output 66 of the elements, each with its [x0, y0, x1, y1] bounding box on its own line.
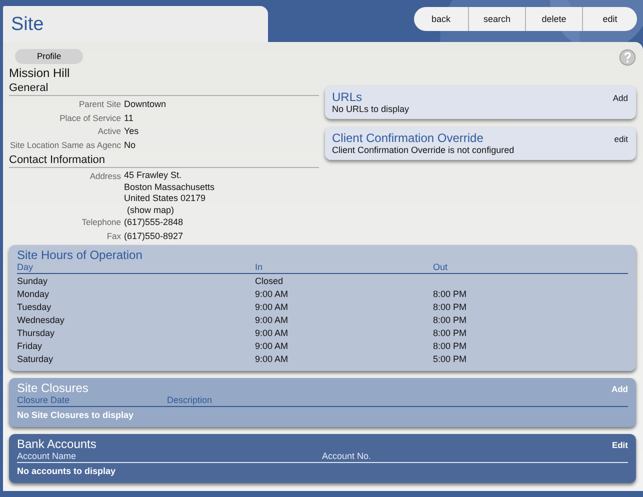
column-header: Description	[167, 395, 214, 406]
record-name: Mission Hill	[9, 66, 71, 80]
panel-title: URLs	[332, 90, 362, 104]
empty-message: No Site Closures to display	[17, 409, 135, 422]
column-header: Out	[433, 262, 449, 273]
panel-title: Client Confirmation Override	[332, 131, 484, 145]
field-label: Place of Service	[58, 112, 121, 124]
table-cell-text: Saturday	[17, 353, 54, 366]
field-value: Downtown	[124, 98, 166, 111]
column-header: In	[255, 262, 264, 273]
panel-action-link[interactable]: Add	[612, 93, 628, 103]
field-label: Active	[96, 125, 121, 138]
table-cell-text: Closed	[255, 275, 284, 288]
table-cell-text: Thursday	[17, 327, 56, 340]
panel-action-link[interactable]: edit	[614, 134, 628, 144]
table-cell-text: Friday	[17, 340, 44, 353]
table-cell-text: 9:00 AM	[255, 314, 290, 327]
empty-message: No accounts to display	[17, 465, 117, 478]
toolbar-button[interactable]: delete	[525, 7, 582, 31]
show-map-link[interactable]: (show map)	[127, 204, 215, 216]
panel-message: No URLs to display	[332, 104, 410, 114]
column-header: Account Name	[17, 451, 78, 462]
field-value: (617)555-2848	[124, 216, 184, 229]
field-label: Parent Site	[78, 98, 121, 111]
field-label: Address	[88, 170, 121, 183]
toolbar-button[interactable]: edit	[582, 7, 637, 31]
toolbar-button[interactable]: search	[468, 7, 525, 31]
panel-message: Client Confirmation Override is not configured	[332, 145, 516, 155]
field-label: Telephone	[80, 216, 121, 229]
field-value: (617)550-8927	[124, 230, 184, 243]
column-header: Closure Date	[17, 395, 71, 406]
table-cell-text: 9:00 AM	[255, 340, 290, 353]
table-cell-text: Tuesday	[17, 301, 52, 314]
panel-action-link[interactable]: Edit	[612, 440, 628, 450]
table-cell-text: 8:00 PM	[433, 301, 468, 314]
profile-tab[interactable]: Profile	[15, 48, 83, 64]
help-icon[interactable]	[619, 49, 636, 66]
table-cell-text: Sunday	[17, 275, 49, 288]
panel-title: Bank Accounts	[17, 437, 96, 451]
table-cell-text: 8:00 PM	[433, 288, 468, 301]
panel-title: Site Hours of Operation	[17, 248, 142, 262]
address-line: 45 Frawley St.	[124, 170, 183, 182]
table-cell-text: 5:00 PM	[433, 353, 468, 366]
section-heading: General	[9, 82, 319, 96]
section-heading: Contact Information	[9, 154, 319, 168]
field-label: Site Location Same as Agenc	[9, 138, 121, 152]
table-cell-text: 8:00 PM	[433, 327, 468, 340]
column-header: Account No.	[322, 451, 372, 462]
column-header: Day	[17, 262, 34, 273]
panel-title: Site Closures	[17, 381, 88, 395]
address-line: Boston Massachusetts	[124, 182, 215, 193]
table-cell-text: 9:00 AM	[255, 301, 290, 314]
address-line: United States 02179	[124, 193, 207, 204]
table-cell-text: 9:00 AM	[255, 288, 290, 301]
field-value: Yes	[124, 125, 139, 138]
table-cell-text: 8:00 PM	[433, 314, 468, 327]
toolbar-button[interactable]: back	[414, 7, 468, 31]
table-cell-text: 9:00 AM	[255, 353, 290, 366]
table-cell-text: 9:00 AM	[255, 327, 290, 340]
table-cell-text: Monday	[17, 288, 50, 301]
field-value: No	[124, 138, 136, 152]
field-value: 11	[124, 112, 134, 124]
table-cell-text: 8:00 PM	[433, 340, 468, 353]
field-label: Fax	[106, 230, 121, 242]
page-title: Site	[11, 14, 44, 36]
table-cell-text: Wednesday	[17, 314, 66, 327]
